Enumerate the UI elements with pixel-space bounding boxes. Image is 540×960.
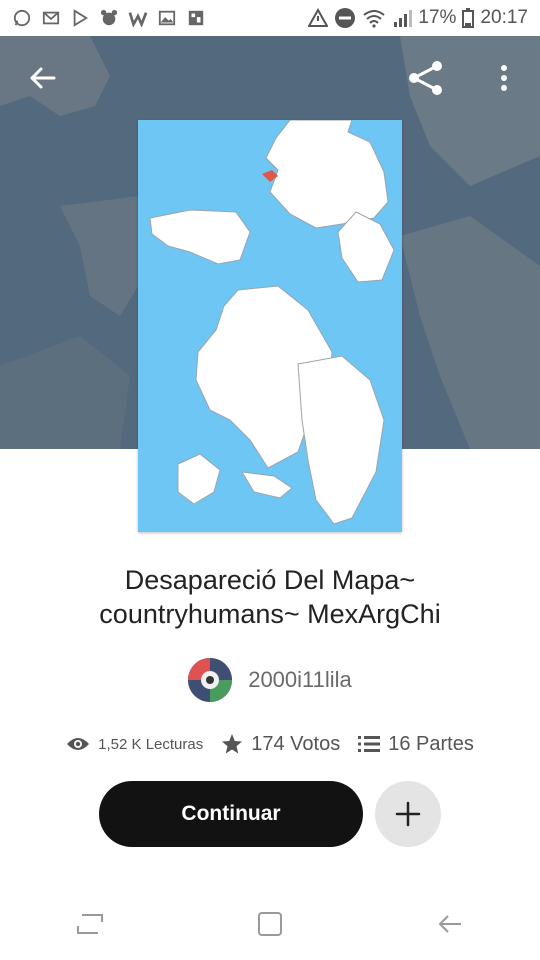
more-vertical-icon <box>501 65 507 91</box>
whatsapp-icon <box>13 9 31 27</box>
list-icon <box>358 736 381 752</box>
parts-stat: 16 Partes <box>358 733 474 756</box>
votes-count: 174 Votos <box>251 732 341 755</box>
warning-icon <box>308 8 329 27</box>
notification-icons <box>0 9 206 27</box>
system-navigation-bar <box>0 888 540 960</box>
add-to-library-button[interactable] <box>375 781 441 847</box>
reads-count: 1,52 K Lecturas <box>98 735 204 753</box>
gmail-icon <box>42 11 60 25</box>
continue-reading-button[interactable]: Continuar <box>99 781 363 847</box>
back-button[interactable] <box>18 54 66 102</box>
share-button[interactable] <box>402 54 450 102</box>
play-store-icon <box>73 9 89 27</box>
cover-map-illustration <box>138 119 402 532</box>
photo-icon <box>188 10 204 26</box>
votes-stat: 174 Votos <box>221 733 340 756</box>
signal-icon <box>394 10 413 27</box>
home-square-icon <box>258 912 282 936</box>
status-bar: 17% 20:17 <box>0 0 540 36</box>
story-title-line-2: countryhumans~ MexArgChi <box>99 599 441 629</box>
reads-stat: 1,52 K Lecturas <box>66 736 203 753</box>
share-icon <box>409 61 442 95</box>
arrow-back-icon <box>30 67 56 89</box>
story-stats: 1,52 K Lecturas 174 Votos 16 Partes <box>0 728 540 760</box>
wifi-icon <box>363 10 386 28</box>
author-row[interactable]: 2000i11lila <box>0 656 540 704</box>
system-back-button[interactable] <box>420 894 480 954</box>
parts-count: 16 Partes <box>388 732 474 755</box>
do-not-disturb-icon <box>335 8 356 28</box>
story-cover[interactable] <box>138 119 402 532</box>
home-button[interactable] <box>240 894 300 954</box>
avatar-image <box>188 658 233 702</box>
more-options-button[interactable] <box>480 54 528 102</box>
system-status: 17% 20:17 <box>308 7 540 29</box>
battery-icon <box>462 8 475 28</box>
recent-apps-icon <box>77 914 103 934</box>
plus-icon <box>395 801 421 827</box>
wattpad-icon <box>128 12 148 27</box>
back-arrow-icon <box>438 915 461 933</box>
battery-percentage: 17% <box>418 7 457 28</box>
star-icon <box>222 734 243 754</box>
gallery-icon <box>158 10 176 26</box>
author-name[interactable]: 2000i11lila <box>248 667 352 693</box>
story-title-line-1: Desapareció Del Mapa~ <box>124 565 416 595</box>
clock: 20:17 <box>480 7 528 28</box>
recent-apps-button[interactable] <box>60 894 120 954</box>
continue-label: Continuar <box>181 802 281 825</box>
eye-icon <box>67 738 90 750</box>
story-title: Desapareció Del Mapa~ countryhumans~ Mex… <box>20 563 520 631</box>
notification-app-icon <box>100 9 118 26</box>
avatar[interactable] <box>188 658 233 702</box>
